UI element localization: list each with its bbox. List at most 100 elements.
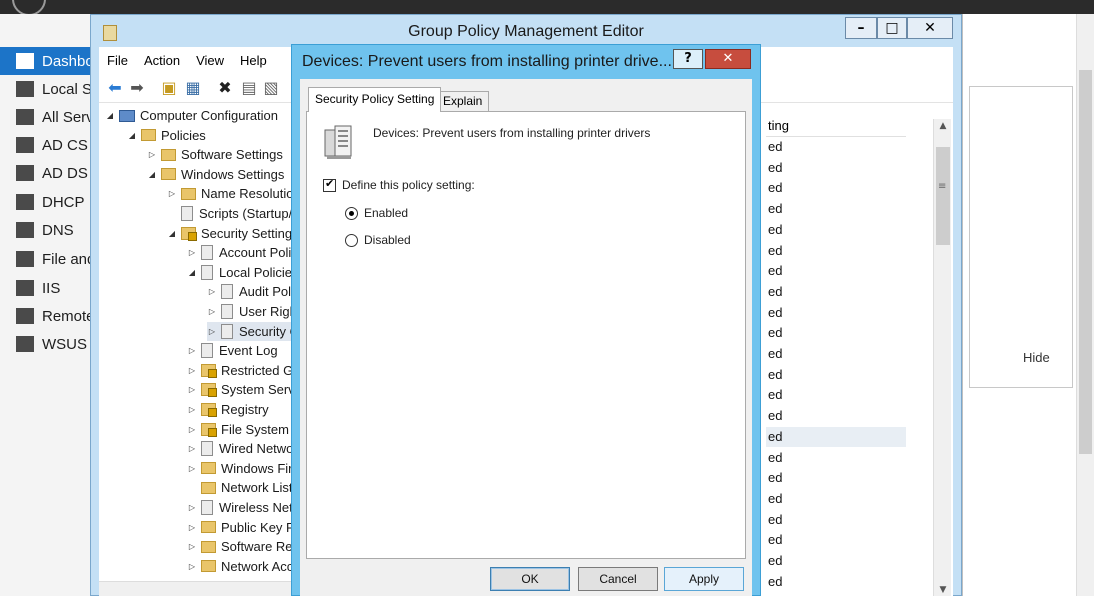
expand-arrow-icon[interactable]: ▷: [187, 346, 197, 355]
ok-button[interactable]: OK: [490, 567, 570, 591]
expand-arrow-icon[interactable]: ▷: [147, 150, 157, 159]
expand-arrow-icon[interactable]: ▷: [207, 327, 217, 336]
tree-node[interactable]: ▷ Account Policies: [187, 243, 294, 262]
expand-arrow-icon[interactable]: ◢: [187, 268, 197, 277]
list-item[interactable]: ed: [766, 199, 906, 219]
hide-link[interactable]: Hide: [1023, 350, 1050, 365]
scroll-up-icon[interactable]: ▲: [937, 121, 949, 131]
apply-button[interactable]: Apply: [664, 567, 744, 591]
list-item[interactable]: ed: [766, 365, 906, 385]
tree-node[interactable]: ◢ Security Settings: [167, 224, 294, 243]
delete-icon[interactable]: ✖: [215, 78, 235, 98]
back-arrow-icon[interactable]: ⬅: [105, 78, 125, 98]
policy-setting-column-header[interactable]: ting: [766, 115, 906, 137]
close-button[interactable]: ✕: [907, 17, 953, 39]
dialog-close-button[interactable]: ✕: [705, 49, 751, 69]
expand-arrow-icon[interactable]: ▷: [187, 542, 197, 551]
define-policy-checkbox[interactable]: Define this policy setting:: [323, 177, 475, 192]
sidebar-item-dashboard[interactable]: Dashboard: [0, 47, 92, 75]
expand-arrow-icon[interactable]: ▷: [187, 425, 197, 434]
sidebar-item-local-server[interactable]: Local Server: [0, 75, 92, 103]
sidebar-item-all-servers[interactable]: All Servers: [0, 103, 92, 131]
list-item[interactable]: ed: [766, 448, 906, 468]
sidebar-item-wsus[interactable]: WSUS: [0, 330, 92, 358]
tree-node[interactable]: ▷ Wired Network (IEEE 802.3) Policies: [187, 439, 294, 458]
tree-node[interactable]: ▷ Software Settings: [147, 145, 283, 164]
radio-selected-icon[interactable]: [345, 206, 358, 220]
expand-arrow-icon[interactable]: ▷: [167, 189, 177, 198]
cancel-button[interactable]: Cancel: [578, 567, 658, 591]
details-vertical-scrollbar[interactable]: ▲ ≡ ▼: [933, 119, 951, 596]
expand-arrow-icon[interactable]: ◢: [147, 170, 157, 179]
tree-node[interactable]: ▷ Network Access Protection: [187, 557, 294, 576]
list-item[interactable]: ed: [766, 261, 906, 281]
list-item[interactable]: ed: [766, 489, 906, 509]
list-item[interactable]: ed: [766, 158, 906, 178]
scroll-down-icon[interactable]: ▼: [937, 585, 949, 595]
tree-node[interactable]: ▷ Wireless Network (IEEE 802.11) Policies: [187, 498, 294, 517]
radio-unselected-icon[interactable]: [345, 233, 358, 247]
properties-icon[interactable]: ▤: [239, 78, 259, 98]
tree-node[interactable]: ▷ Name Resolution Policy: [167, 184, 294, 203]
menu-file[interactable]: File: [107, 53, 128, 68]
list-item[interactable]: ed: [766, 510, 906, 530]
list-item[interactable]: ed: [766, 220, 906, 240]
expand-arrow-icon[interactable]: ▷: [207, 307, 217, 316]
tree-node[interactable]: Scripts (Startup/Shutdown): [167, 204, 294, 223]
tab-explain[interactable]: Explain: [436, 91, 490, 111]
list-item[interactable]: ed: [766, 137, 906, 157]
expand-arrow-icon[interactable]: ▷: [187, 405, 197, 414]
checkbox-checked-icon[interactable]: [323, 177, 336, 192]
enabled-radio[interactable]: Enabled: [345, 206, 408, 220]
tree-node[interactable]: ▷ System Services: [187, 380, 294, 399]
expand-arrow-icon[interactable]: ◢: [127, 131, 137, 140]
menu-action[interactable]: Action: [144, 53, 180, 68]
expand-arrow-icon[interactable]: ▷: [187, 366, 197, 375]
right-scrollbar[interactable]: [1076, 14, 1094, 596]
sidebar-item-remote-access[interactable]: Remote Access: [0, 302, 92, 330]
sidebar-item-file-and-storage-services[interactable]: File and Storage Services: [0, 245, 92, 273]
tree-node[interactable]: Network List Manager Policies: [187, 478, 294, 497]
tree-node[interactable]: ◢ Windows Settings: [147, 165, 284, 184]
tree-node[interactable]: ▷ Windows Firewall with Advanced Security: [187, 459, 294, 478]
list-item[interactable]: ed: [766, 303, 906, 323]
expand-arrow-icon[interactable]: ▷: [187, 562, 197, 571]
menu-view[interactable]: View: [196, 53, 224, 68]
list-item[interactable]: ed: [766, 385, 906, 405]
tree-node[interactable]: ◢ Computer Configuration: [105, 106, 278, 125]
minimize-button[interactable]: –: [845, 17, 877, 39]
up-folder-icon[interactable]: ▣: [159, 78, 179, 98]
sidebar-item-ad-ds[interactable]: AD DS: [0, 159, 92, 187]
list-item[interactable]: ed: [766, 178, 906, 198]
tree-node[interactable]: ▷ Audit Policy: [207, 282, 294, 301]
tree-node[interactable]: ◢ Local Policies: [187, 263, 294, 282]
disabled-radio[interactable]: Disabled: [345, 233, 411, 247]
tree-node[interactable]: ▷ Event Log: [187, 341, 278, 360]
expand-arrow-icon[interactable]: ▷: [187, 464, 197, 473]
expand-arrow-icon[interactable]: ▷: [207, 287, 217, 296]
list-item[interactable]: ed: [766, 323, 906, 343]
expand-arrow-icon[interactable]: ▷: [187, 503, 197, 512]
list-item[interactable]: ed: [766, 468, 906, 488]
list-item[interactable]: ed: [766, 426, 906, 447]
tree-node[interactable]: ▷ Registry: [187, 400, 269, 419]
sidebar-item-iis[interactable]: IIS: [0, 274, 92, 302]
sidebar-item-dhcp[interactable]: DHCP: [0, 188, 92, 216]
list-item[interactable]: ed: [766, 344, 906, 364]
expand-arrow-icon[interactable]: ▷: [187, 523, 197, 532]
tree-node[interactable]: ▷ User Rights Assignment: [207, 302, 294, 321]
tab-security-policy-setting[interactable]: Security Policy Setting: [308, 87, 442, 112]
list-item[interactable]: ed: [766, 406, 906, 426]
expand-arrow-icon[interactable]: ▷: [187, 385, 197, 394]
tree-node[interactable]: ▷ Security Options: [207, 321, 294, 341]
expand-arrow-icon[interactable]: ◢: [167, 229, 177, 238]
forward-arrow-icon[interactable]: ➡: [127, 78, 147, 98]
tree-node[interactable]: ▷ Software Restriction Policies: [187, 537, 294, 556]
tree-node[interactable]: ▷ Restricted Groups: [187, 361, 294, 380]
help-button[interactable]: ?: [673, 49, 703, 69]
expand-arrow-icon[interactable]: ▷: [187, 444, 197, 453]
show-hide-tree-icon[interactable]: ▦: [183, 78, 203, 98]
maximize-button[interactable]: □: [877, 17, 907, 39]
menu-help[interactable]: Help: [240, 53, 267, 68]
sidebar-item-dns[interactable]: DNS: [0, 216, 92, 244]
